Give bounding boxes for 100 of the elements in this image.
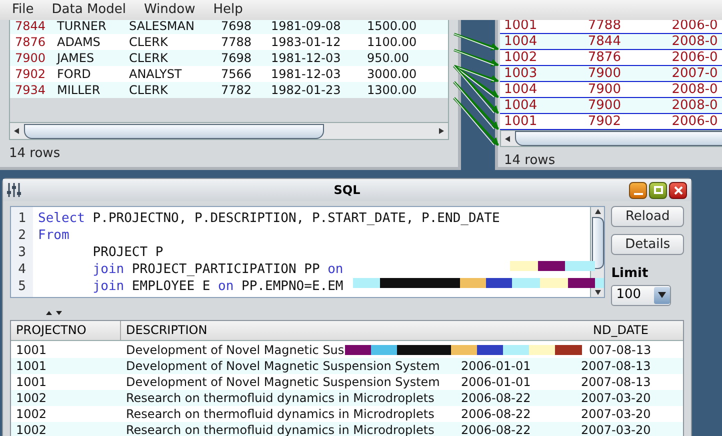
table-cell-text: FORD [56, 66, 92, 83]
table-cell-text: 1983-01-12 [270, 34, 342, 51]
table-cell-text: 1002 [15, 390, 48, 406]
horizontal-scrollbar[interactable] [500, 130, 722, 147]
table-cell-text: 1001 [15, 358, 48, 374]
row-count: 14 rows [9, 145, 60, 163]
table-cell-text: CLERK [128, 82, 169, 99]
table-cell-text: 950.00 [366, 50, 410, 67]
table-cell-text: 7900 [586, 64, 622, 83]
table-cell-text: 3000.00 [366, 66, 418, 83]
table-cell-text: 7902 [14, 66, 47, 83]
table-cell-text: 1981-12-03 [270, 50, 342, 67]
table-cell-text: 7900 [586, 96, 622, 115]
table-cell-text: 1004 [503, 80, 538, 99]
line-number: 1 [17, 210, 27, 227]
table-cell: 2006-08-22 [461, 406, 531, 420]
column-header[interactable]: ND_DATE [583, 320, 683, 340]
table-cell-text: ANALYST [128, 66, 183, 83]
table-cell-text: 1100.00 [366, 34, 418, 51]
table-cell-text: Research on thermofluid dynamics in Microdroplets [126, 406, 434, 422]
scrollbar-thumb[interactable] [515, 131, 722, 146]
close-button[interactable] [669, 182, 687, 198]
table-cell-text: Development of Novel Magnetic Suspension System [126, 358, 440, 374]
row-count: 14 rows [504, 152, 556, 170]
table-cell-text: 7902 [586, 112, 622, 130]
limit-select[interactable]: 100 [611, 284, 672, 306]
table-cell-text: CLERK [128, 50, 169, 67]
toolbar-button[interactable]: Details [611, 234, 684, 255]
table-cell-text: 2007-03-20 [581, 390, 651, 406]
table-cell-text: 7566 [220, 66, 253, 83]
window-title: SQL [334, 182, 360, 199]
menu-item[interactable]: Help [205, 0, 251, 20]
table-cell-text: 7788 [220, 34, 253, 51]
table-cell-text: 007-08-13 [588, 342, 652, 358]
code-line: join EMPLOYEE E on PP.EMPNO=E.EM [92, 278, 344, 295]
table-cell-text: 2007-03-20 [581, 422, 651, 436]
table-cell-text: SALESMAN [128, 18, 196, 35]
code-line: join PROJECT_PARTICIPATION PP on [92, 261, 344, 278]
limit-label: Limit [611, 265, 648, 283]
table-cell-text: 7844 [14, 18, 47, 35]
line-number: 5 [17, 278, 27, 295]
table-cell-text: MILLER [56, 82, 102, 99]
table-cell-text: 7698 [220, 18, 253, 35]
table-cell-text: 7698 [220, 50, 253, 67]
table-cell-text: 1004 [503, 32, 538, 51]
menu-item[interactable]: Window [136, 0, 204, 20]
table-cell-text: 7900 [586, 80, 622, 99]
line-number: 3 [17, 244, 27, 261]
table-cell-text: 1500.00 [366, 18, 418, 35]
table-cell-text: 1001 [503, 112, 538, 130]
line-number: 4 [17, 261, 27, 278]
table-cell-text: 1002 [15, 406, 48, 422]
scroll-up-icon[interactable] [594, 207, 602, 217]
code-line: PROJECT P [92, 244, 164, 261]
close-icon [674, 186, 682, 194]
table-cell-text: 2007-0 [670, 64, 719, 83]
table-cell-text: 1003 [503, 64, 538, 83]
table-cell: 2006-08-22 [461, 422, 531, 436]
horizontal-scrollbar[interactable] [9, 122, 449, 140]
table-cell-text: JAMES [55, 50, 96, 67]
splitter-arrows-icon[interactable] [45, 310, 63, 316]
menu-item[interactable]: Data Model [44, 0, 134, 20]
table-cell-text: 2007-08-13 [581, 374, 651, 390]
table-cell-text: 1002 [15, 422, 48, 436]
table-cell-text: 1981-12-03 [270, 66, 342, 83]
link-arrow [454, 32, 499, 51]
table-cell-text: Development of Novel Magnetic Sus [126, 342, 344, 358]
column-header[interactable]: PROJECTNO [11, 320, 121, 340]
table-cell-text: 1001 [15, 342, 48, 358]
table-cell-text: 7876 [586, 48, 622, 67]
line-number: 2 [17, 227, 27, 244]
table-cell-text: 7900 [14, 50, 47, 67]
scrollbar-thumb[interactable] [592, 217, 604, 269]
code-line: From [38, 227, 70, 244]
scroll-down-icon[interactable] [594, 287, 602, 297]
maximize-button[interactable] [649, 182, 667, 198]
table-cell-text: 1982-01-23 [270, 82, 342, 99]
table-cell: 2006-08-22 [461, 390, 531, 404]
table-cell-text: 7782 [220, 82, 253, 99]
toolbar-button[interactable]: Reload [611, 206, 684, 227]
table-cell-text: Development of Novel Magnetic Suspension System [126, 374, 440, 390]
table-cell: 2006-01-01 [461, 358, 531, 372]
table-cell-text: 7844 [586, 32, 622, 51]
table-cell-text: 7876 [14, 34, 47, 51]
table-cell-text: 1300.00 [366, 82, 418, 99]
sliders-icon[interactable] [7, 182, 21, 198]
scrollbar-thumb[interactable] [24, 124, 324, 138]
table-cell-text: 1004 [503, 96, 538, 115]
column-header[interactable]: DESCRIPTION [121, 320, 583, 340]
table-cell-text: CLERK [128, 34, 169, 51]
minimize-button[interactable] [629, 182, 647, 198]
table-cell-text: 1981-09-08 [270, 18, 342, 35]
table-cell-text: 1002 [503, 48, 538, 67]
menu-item[interactable]: File [4, 0, 42, 20]
sql-editor[interactable]: 1 2 3 4 5 Select P.PROJECTNO, P.DESCRIPTION, P.START_DATE, P.END_DATE From PROJECT P join PROJECT_PARTICIPATION PP on join EMPLOYEE E on PP.EMPNO=E.EM [10, 206, 606, 298]
table-cell-text: 1001 [15, 374, 48, 390]
table-cell-text: Research on thermofluid dynamics in Microdroplets [126, 390, 434, 406]
table-cell-text: ADAMS [56, 34, 102, 51]
table-cell-text: TURNER [56, 18, 108, 35]
table-cell-text: 2008-0 [670, 96, 719, 115]
